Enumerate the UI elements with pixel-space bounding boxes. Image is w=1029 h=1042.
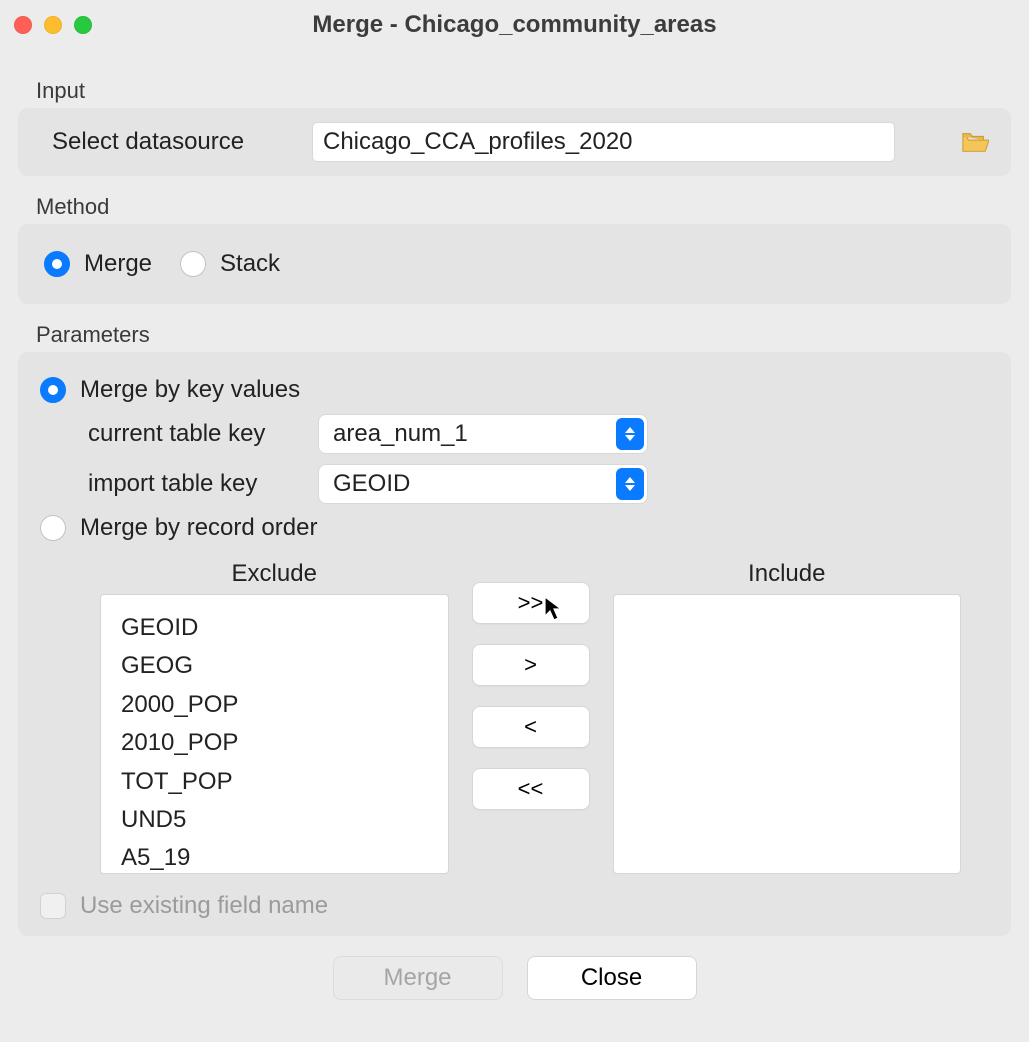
current-table-key-value: area_num_1 (333, 420, 468, 448)
use-existing-label: Use existing field name (80, 892, 328, 920)
list-item[interactable]: 2010_POP (121, 724, 428, 762)
import-table-key-label: import table key (88, 470, 298, 498)
merge-by-order-label: Merge by record order (80, 514, 317, 542)
include-listbox[interactable] (613, 594, 962, 874)
method-merge-radio[interactable] (44, 251, 70, 277)
merge-by-key-radio[interactable] (40, 377, 66, 403)
merge-by-key-label: Merge by key values (80, 376, 300, 404)
close-button[interactable]: Close (527, 956, 697, 1000)
input-section-label: Input (36, 78, 1011, 104)
parameters-panel: Merge by key values current table key ar… (18, 352, 1011, 936)
method-stack-radio[interactable] (180, 251, 206, 277)
datasource-input[interactable] (312, 122, 895, 162)
move-left-button[interactable]: < (472, 706, 590, 748)
list-item[interactable]: GEOG (121, 647, 428, 685)
close-window-icon[interactable] (14, 16, 32, 34)
list-item[interactable]: TOT_POP (121, 763, 428, 801)
method-panel: Merge Stack (18, 224, 1011, 304)
merge-by-order-radio[interactable] (40, 515, 66, 541)
browse-folder-button[interactable] (955, 122, 995, 162)
list-item[interactable]: 2000_POP (121, 686, 428, 724)
list-item[interactable]: UND5 (121, 801, 428, 839)
method-stack-label: Stack (220, 250, 280, 278)
import-table-key-select[interactable]: GEOID (318, 464, 648, 504)
method-section-label: Method (36, 194, 1011, 220)
exclude-header: Exclude (100, 560, 449, 588)
current-table-key-label: current table key (88, 420, 298, 448)
select-stepper-icon (616, 418, 644, 450)
list-item[interactable]: A5_19 (121, 839, 428, 874)
titlebar: Merge - Chicago_community_areas (0, 0, 1029, 50)
maximize-window-icon[interactable] (74, 16, 92, 34)
exclude-listbox[interactable]: GEOIDGEOG2000_POP2010_POPTOT_POPUND5A5_1… (100, 594, 449, 874)
merge-button[interactable]: Merge (333, 956, 503, 1000)
import-table-key-value: GEOID (333, 470, 410, 498)
dialog-footer: Merge Close (18, 956, 1011, 1000)
method-merge-label: Merge (84, 250, 152, 278)
move-right-button[interactable]: > (472, 644, 590, 686)
select-stepper-icon (616, 468, 644, 500)
window-title: Merge - Chicago_community_areas (0, 11, 1029, 39)
folder-open-icon (961, 130, 989, 154)
use-existing-checkbox[interactable] (40, 893, 66, 919)
move-all-right-button[interactable]: >> (472, 582, 590, 624)
select-datasource-label: Select datasource (52, 128, 292, 156)
input-panel: Select datasource (18, 108, 1011, 176)
window-controls (14, 16, 92, 34)
move-all-left-button[interactable]: << (472, 768, 590, 810)
list-item[interactable]: GEOID (121, 609, 428, 647)
parameters-section-label: Parameters (36, 322, 1011, 348)
current-table-key-select[interactable]: area_num_1 (318, 414, 648, 454)
include-header: Include (613, 560, 962, 588)
minimize-window-icon[interactable] (44, 16, 62, 34)
